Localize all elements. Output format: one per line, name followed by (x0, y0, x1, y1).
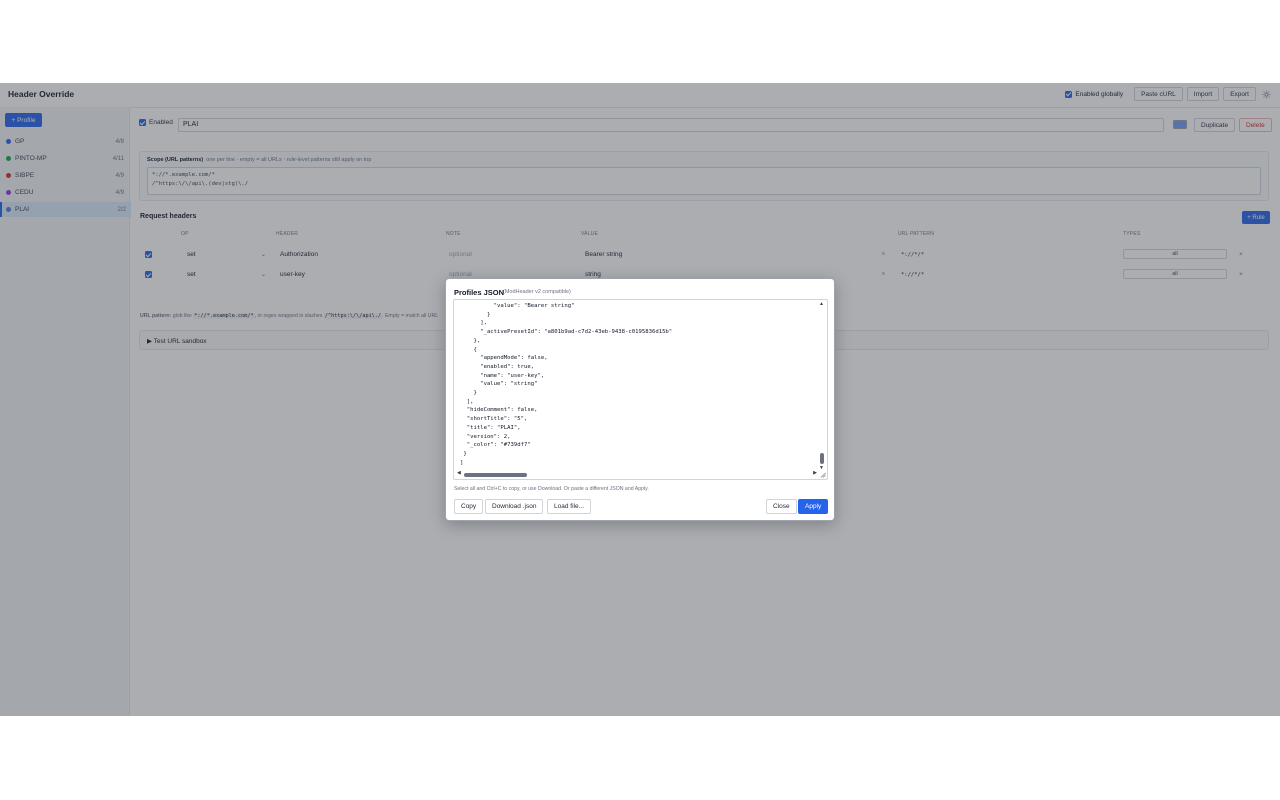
copy-button[interactable]: Copy (454, 499, 484, 514)
vertical-scrollbar[interactable]: ▲ ▼ (818, 301, 826, 471)
dialog-title: Profiles JSON (454, 288, 505, 297)
apply-button[interactable]: Apply (798, 499, 829, 514)
scroll-left-icon[interactable]: ◀ (457, 470, 461, 476)
load-file-button[interactable]: Load file... (547, 499, 591, 514)
profiles-json-dialog: Profiles JSON (ModHeader v2 compatible) … (445, 278, 835, 521)
dialog-hint: Select all and Ctrl+C to copy, or use Do… (454, 486, 649, 492)
horizontal-scrollbar[interactable]: ◀ ▶ (455, 470, 819, 478)
json-textarea[interactable]: "value": "Bearer string" } ], "_activePr… (453, 299, 828, 480)
scroll-right-icon[interactable]: ▶ (813, 470, 817, 476)
scroll-down-icon[interactable]: ▼ (819, 465, 824, 471)
scroll-up-icon[interactable]: ▲ (819, 301, 824, 307)
download-json-button[interactable]: Download .json (485, 499, 544, 514)
resize-handle-icon[interactable] (820, 472, 826, 478)
dialog-subtitle: (ModHeader v2 compatible) (503, 289, 571, 295)
json-content: "value": "Bearer string" } ], "_activePr… (460, 303, 673, 466)
scroll-thumb[interactable] (464, 473, 527, 477)
close-button[interactable]: Close (766, 499, 797, 514)
scroll-thumb[interactable] (820, 453, 824, 464)
